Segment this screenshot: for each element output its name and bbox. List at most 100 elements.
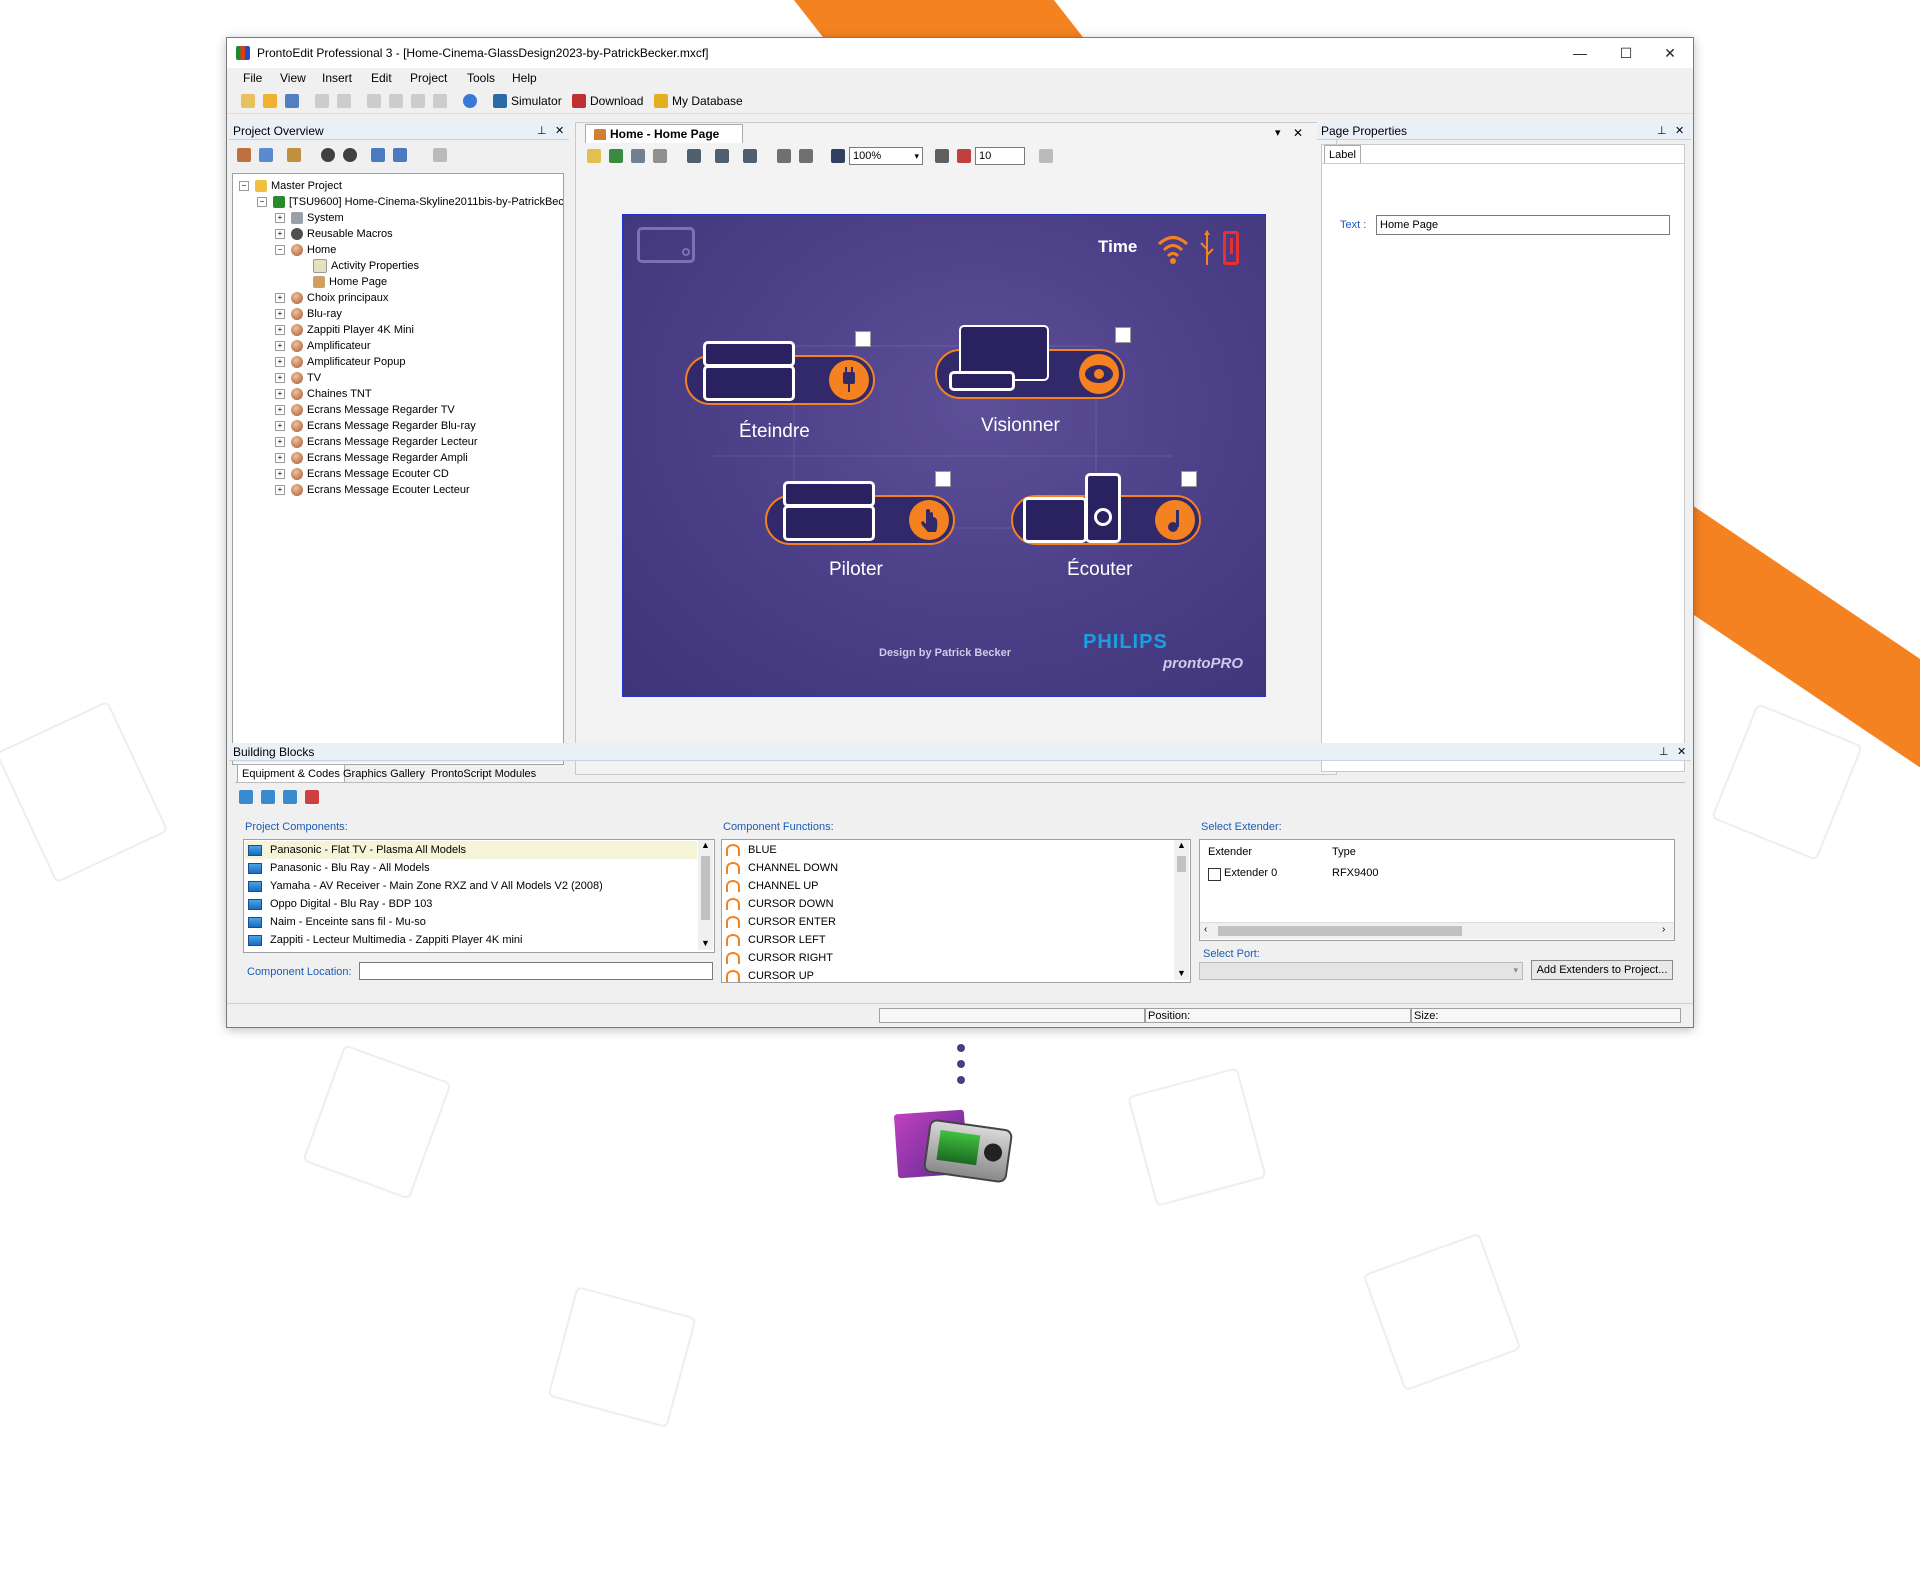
expand-icon[interactable]: + bbox=[275, 357, 285, 368]
extender-checkbox[interactable] bbox=[1208, 868, 1221, 881]
scroll-right-icon[interactable]: › bbox=[1662, 924, 1665, 935]
align-vertical-icon[interactable] bbox=[743, 149, 757, 163]
tab-graphics-gallery[interactable]: Graphics Gallery bbox=[339, 765, 429, 783]
scrollbar-thumb[interactable] bbox=[1218, 926, 1462, 936]
tree-item[interactable]: − Home bbox=[275, 242, 336, 258]
maximize-button[interactable]: ☐ bbox=[1603, 38, 1649, 68]
help-icon[interactable] bbox=[463, 94, 477, 108]
tree-item[interactable]: + Choix principaux bbox=[275, 290, 388, 306]
function-row[interactable]: CHANNEL UP bbox=[726, 877, 819, 895]
components-scrollbar[interactable]: ▲ ▼ bbox=[698, 840, 713, 950]
menu-help[interactable]: Help bbox=[512, 71, 537, 85]
text-property-input[interactable]: Home Page bbox=[1376, 215, 1670, 235]
panel-tool-icon[interactable] bbox=[631, 149, 645, 163]
pin-icon[interactable]: ⊥ bbox=[1659, 743, 1669, 761]
undo-icon[interactable] bbox=[315, 94, 329, 108]
save-icon[interactable] bbox=[285, 94, 299, 108]
scrollbar-thumb[interactable] bbox=[701, 856, 710, 920]
component-row[interactable]: Naim - Enceinte sans fil - Mu-so bbox=[248, 913, 426, 931]
pronto-page-canvas[interactable]: Time Éteindre Visionner Piloter Écouter … bbox=[622, 214, 1266, 697]
order-icon[interactable] bbox=[799, 149, 813, 163]
tree-item[interactable]: + Reusable Macros bbox=[275, 226, 393, 242]
expand-icon[interactable]: + bbox=[275, 229, 285, 240]
tab-home-page[interactable]: Home - Home Page bbox=[585, 124, 743, 143]
type-column-header[interactable]: Type bbox=[1332, 846, 1356, 858]
component-row[interactable]: Zappiti - Lecteur Multimedia - Zappiti P… bbox=[248, 931, 522, 949]
close-tab-icon[interactable]: ✕ bbox=[1293, 126, 1303, 140]
tree-item[interactable]: + TV bbox=[275, 370, 321, 386]
cut-icon[interactable] bbox=[367, 94, 381, 108]
open-icon[interactable] bbox=[263, 94, 277, 108]
close-panel-icon[interactable]: ✕ bbox=[1677, 743, 1686, 761]
menu-file[interactable]: File bbox=[243, 71, 262, 85]
tree-item[interactable]: + Ecrans Message Regarder Blu-ray bbox=[275, 418, 476, 434]
tree-item[interactable]: + Ecrans Message Regarder TV bbox=[275, 402, 455, 418]
expand-icon[interactable]: + bbox=[275, 405, 285, 416]
add-macro-icon[interactable] bbox=[287, 148, 301, 162]
scroll-up-icon[interactable]: ▲ bbox=[701, 840, 710, 850]
minimize-button[interactable]: — bbox=[1557, 38, 1603, 68]
my-database-button[interactable]: My Database bbox=[672, 94, 743, 108]
menu-insert[interactable]: Insert bbox=[322, 71, 352, 85]
copy-icon[interactable] bbox=[389, 94, 403, 108]
function-row[interactable]: CURSOR UP bbox=[726, 967, 814, 982]
tree-item[interactable]: + Ecrans Message Ecouter CD bbox=[275, 466, 449, 482]
close-window-button[interactable]: ✕ bbox=[1647, 38, 1693, 68]
tree-item[interactable]: − [TSU9600] Home-Cinema-Skyline2011bis-by… bbox=[257, 194, 563, 210]
settings-alt-icon[interactable] bbox=[343, 148, 357, 162]
expand-icon[interactable]: + bbox=[275, 309, 285, 320]
delete-element-icon[interactable] bbox=[1039, 149, 1053, 163]
download-button[interactable]: Download bbox=[590, 94, 643, 108]
expand-icon[interactable]: + bbox=[275, 341, 285, 352]
tree-item[interactable]: + Ecrans Message Ecouter Lecteur bbox=[275, 482, 470, 498]
close-panel-icon[interactable]: ✕ bbox=[1675, 122, 1684, 140]
expand-icon[interactable]: + bbox=[275, 485, 285, 496]
import-component-icon[interactable] bbox=[261, 790, 275, 804]
expand-icon[interactable]: + bbox=[275, 437, 285, 448]
pin-icon[interactable]: ⊥ bbox=[537, 122, 547, 140]
image-tool-icon[interactable] bbox=[609, 149, 623, 163]
tree-item[interactable]: + Amplificateur bbox=[275, 338, 371, 354]
menu-edit[interactable]: Edit bbox=[371, 71, 392, 85]
new-page-icon[interactable] bbox=[259, 148, 273, 162]
scroll-down-icon[interactable]: ▼ bbox=[701, 938, 710, 948]
expand-icon[interactable]: + bbox=[275, 325, 285, 336]
tab-label[interactable]: Label bbox=[1324, 145, 1361, 164]
zoom-select[interactable]: 100% ▾ bbox=[849, 147, 923, 165]
add-activity-icon[interactable] bbox=[237, 148, 251, 162]
collapse-icon[interactable]: − bbox=[257, 197, 267, 208]
scrollbar-thumb[interactable] bbox=[1177, 856, 1186, 872]
tree-item[interactable]: + System bbox=[275, 210, 344, 226]
tab-prontoscript-modules[interactable]: ProntoScript Modules bbox=[427, 765, 540, 783]
scroll-up-icon[interactable]: ▲ bbox=[1177, 840, 1186, 850]
remove-component-icon[interactable] bbox=[305, 790, 319, 804]
pin-icon[interactable]: ⊥ bbox=[1657, 122, 1667, 140]
expand-icon[interactable]: + bbox=[275, 373, 285, 384]
tree-item[interactable]: + Ecrans Message Regarder Ampli bbox=[275, 450, 468, 466]
tablet-icon[interactable] bbox=[637, 227, 695, 263]
close-panel-icon[interactable]: ✕ bbox=[555, 122, 564, 140]
tree-item[interactable]: + Chaines TNT bbox=[275, 386, 372, 402]
settings-icon[interactable] bbox=[321, 148, 335, 162]
simulator-button[interactable]: Simulator bbox=[511, 94, 562, 108]
function-row[interactable]: CURSOR RIGHT bbox=[726, 949, 833, 967]
tree-item[interactable]: + Amplificateur Popup bbox=[275, 354, 405, 370]
widget-tool-icon[interactable] bbox=[653, 149, 667, 163]
component-row[interactable]: Oppo Digital - Blu Ray - BDP 103 bbox=[248, 895, 432, 913]
button-tool-icon[interactable] bbox=[587, 149, 601, 163]
background-icon[interactable] bbox=[831, 149, 845, 163]
grid-icon[interactable] bbox=[935, 149, 949, 163]
component-row[interactable]: Panasonic - Flat TV - Plasma All Models bbox=[248, 841, 466, 859]
delete-node-icon[interactable] bbox=[433, 148, 447, 162]
function-row[interactable]: BLUE bbox=[726, 841, 777, 859]
expand-icon[interactable]: + bbox=[275, 421, 285, 432]
expand-icon[interactable]: + bbox=[275, 469, 285, 480]
grid-size-input[interactable]: 10 bbox=[975, 147, 1025, 165]
delete-icon[interactable] bbox=[433, 94, 447, 108]
database-icon[interactable] bbox=[654, 94, 668, 108]
port-select[interactable]: ▾ bbox=[1199, 962, 1523, 980]
functions-scrollbar[interactable]: ▲ ▼ bbox=[1174, 840, 1189, 980]
import-icon[interactable] bbox=[371, 148, 385, 162]
menu-project[interactable]: Project bbox=[410, 71, 447, 85]
tree-item[interactable]: Home Page bbox=[313, 274, 387, 290]
